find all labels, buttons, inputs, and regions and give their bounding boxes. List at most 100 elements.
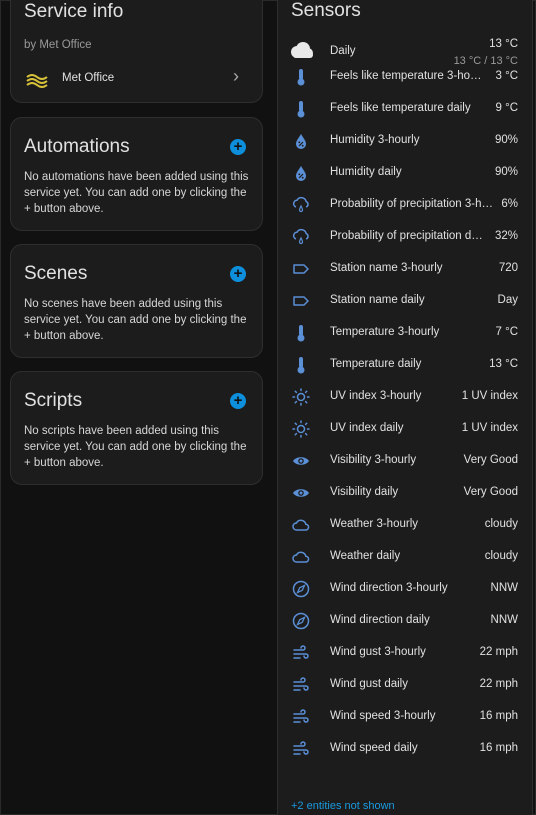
- compass-icon: [290, 579, 312, 599]
- add-automation-button[interactable]: +: [230, 139, 246, 155]
- sensor-name: Probability of precipitation daily: [330, 230, 487, 242]
- sensor-name: Wind speed daily: [330, 742, 418, 754]
- thermometer-icon: [290, 67, 312, 87]
- sensor-name: UV index daily: [330, 422, 404, 434]
- wind-icon: [290, 675, 312, 695]
- sensor-row[interactable]: Feels like temperature daily 9 °C: [278, 93, 532, 125]
- sensor-name: Probability of precipitation 3-hourly: [330, 198, 493, 210]
- sensor-value: 90%: [494, 134, 518, 146]
- sensor-row[interactable]: Visibility 3-hourly Very Good: [278, 445, 532, 477]
- sensor-name: Wind gust 3-hourly: [330, 646, 426, 658]
- wind-icon: [290, 643, 312, 663]
- sensor-name: Visibility daily: [330, 486, 399, 498]
- sensor-value: 22 mph: [479, 678, 518, 690]
- sensor-row[interactable]: Wind direction daily NNW: [278, 605, 532, 637]
- sensor-row[interactable]: Wind gust daily 22 mph: [278, 669, 532, 701]
- sensor-value: cloudy: [484, 518, 518, 530]
- sensor-value: 1 UV index: [461, 390, 518, 402]
- automations-card: Automations + No automations have been a…: [10, 117, 263, 231]
- sensor-name: Weather daily: [330, 550, 401, 562]
- sensor-value: Very Good: [463, 486, 518, 498]
- sensor-value: 720: [498, 262, 518, 274]
- sensor-name: Station name daily: [330, 294, 425, 306]
- sensor-value: Very Good: [463, 454, 518, 466]
- sensor-row[interactable]: Wind gust 3-hourly 22 mph: [278, 637, 532, 669]
- sensor-name: Humidity daily: [330, 166, 402, 178]
- sensor-name: Feels like temperature 3-hourly: [330, 70, 487, 82]
- sensor-value: 1 UV index: [461, 422, 518, 434]
- chevron-right-icon: ›: [233, 66, 239, 86]
- sensor-value: 3 °C: [495, 70, 519, 82]
- sensor-value: 13 °C: [489, 358, 518, 370]
- eye-icon: [290, 483, 312, 503]
- sensor-row[interactable]: Probability of precipitation 3-hourly 6%: [278, 189, 532, 221]
- service-provider-by: by Met Office: [24, 39, 92, 51]
- compass-icon: [290, 611, 312, 631]
- sensor-name: Wind direction daily: [330, 614, 430, 626]
- sensor-row[interactable]: Wind speed 3-hourly 16 mph: [278, 701, 532, 733]
- scenes-empty-text: No scenes have been added using this ser…: [24, 298, 247, 342]
- sensor-row[interactable]: Wind speed daily 16 mph: [278, 733, 532, 765]
- sensor-value: NNW: [490, 582, 518, 594]
- thermometer-icon: [290, 323, 312, 343]
- sensor-value: 7 °C: [495, 326, 519, 338]
- entities-not-shown-link[interactable]: +2 entities not shown: [291, 800, 395, 812]
- sensor-value: cloudy: [484, 550, 518, 562]
- humidity-icon: [290, 163, 312, 183]
- sensor-row[interactable]: UV index daily 1 UV index: [278, 413, 532, 445]
- scripts-empty-text: No scripts have been added using this se…: [24, 425, 247, 469]
- thermometer-icon: [290, 99, 312, 119]
- automations-empty-text: No automations have been added using thi…: [24, 171, 249, 215]
- cloud-outline-icon: [290, 547, 312, 567]
- sensor-value: 16 mph: [479, 742, 518, 754]
- wind-icon: [290, 739, 312, 759]
- provider-link[interactable]: Met Office ›: [11, 66, 262, 101]
- sensor-value: 22 mph: [479, 646, 518, 658]
- scripts-title: Scripts: [24, 390, 83, 411]
- service-info-card: Service info by Met Office Met Office ›: [10, 0, 263, 103]
- scenes-title: Scenes: [24, 263, 88, 284]
- sensor-name: Temperature 3-hourly: [330, 326, 440, 338]
- sensor-name: Temperature daily: [330, 358, 422, 370]
- label-icon: [290, 291, 312, 311]
- sensor-row[interactable]: Feels like temperature 3-hourly 3 °C: [278, 61, 532, 93]
- sensor-row[interactable]: Humidity daily 90%: [278, 157, 532, 189]
- sensor-row[interactable]: Probability of precipitation daily 32%: [278, 221, 532, 253]
- cloud-outline-icon: [290, 515, 312, 535]
- service-info-title: Service info: [24, 1, 124, 22]
- sensor-row[interactable]: Weather 3-hourly cloudy: [278, 509, 532, 541]
- sensor-value: Day: [497, 294, 518, 306]
- sensor-row[interactable]: Weather daily cloudy: [278, 541, 532, 573]
- sensor-row[interactable]: Humidity 3-hourly 90%: [278, 125, 532, 157]
- sensor-value: NNW: [490, 614, 518, 626]
- sensor-row[interactable]: Temperature 3-hourly 7 °C: [278, 317, 532, 349]
- sensor-row[interactable]: Visibility daily Very Good: [278, 477, 532, 509]
- sensor-value: 90%: [494, 166, 518, 178]
- rain-cloud-icon: [290, 227, 312, 247]
- sensor-value: 6%: [501, 198, 518, 210]
- add-script-button[interactable]: +: [230, 393, 246, 409]
- sensor-name: Wind direction 3-hourly: [330, 582, 448, 594]
- sensor-name: Humidity 3-hourly: [330, 134, 420, 146]
- sensor-row[interactable]: UV index 3-hourly 1 UV index: [278, 381, 532, 413]
- sensor-name: Wind speed 3-hourly: [330, 710, 436, 722]
- sensor-value: 9 °C: [495, 102, 519, 114]
- thermometer-icon: [290, 355, 312, 375]
- wind-icon: [290, 707, 312, 727]
- sensor-row[interactable]: Station name 3-hourly 720: [278, 253, 532, 285]
- add-scene-button[interactable]: +: [230, 266, 246, 282]
- sensor-value: 16 mph: [479, 710, 518, 722]
- sensor-name: Feels like temperature daily: [330, 102, 471, 114]
- sensor-row[interactable]: Temperature daily 13 °C: [278, 349, 532, 381]
- sensor-name: Station name 3-hourly: [330, 262, 443, 274]
- rain-cloud-icon: [290, 195, 312, 215]
- sensor-row[interactable]: Station name daily Day: [278, 285, 532, 317]
- sun-icon: [290, 387, 312, 407]
- sun-icon: [290, 419, 312, 439]
- humidity-icon: [290, 131, 312, 151]
- sensor-name: Wind gust daily: [330, 678, 408, 690]
- sensor-row[interactable]: Wind direction 3-hourly NNW: [278, 573, 532, 605]
- sensor-name: Visibility 3-hourly: [330, 454, 417, 466]
- sensors-title: Sensors: [291, 0, 361, 21]
- scenes-card: Scenes + No scenes have been added using…: [10, 244, 263, 358]
